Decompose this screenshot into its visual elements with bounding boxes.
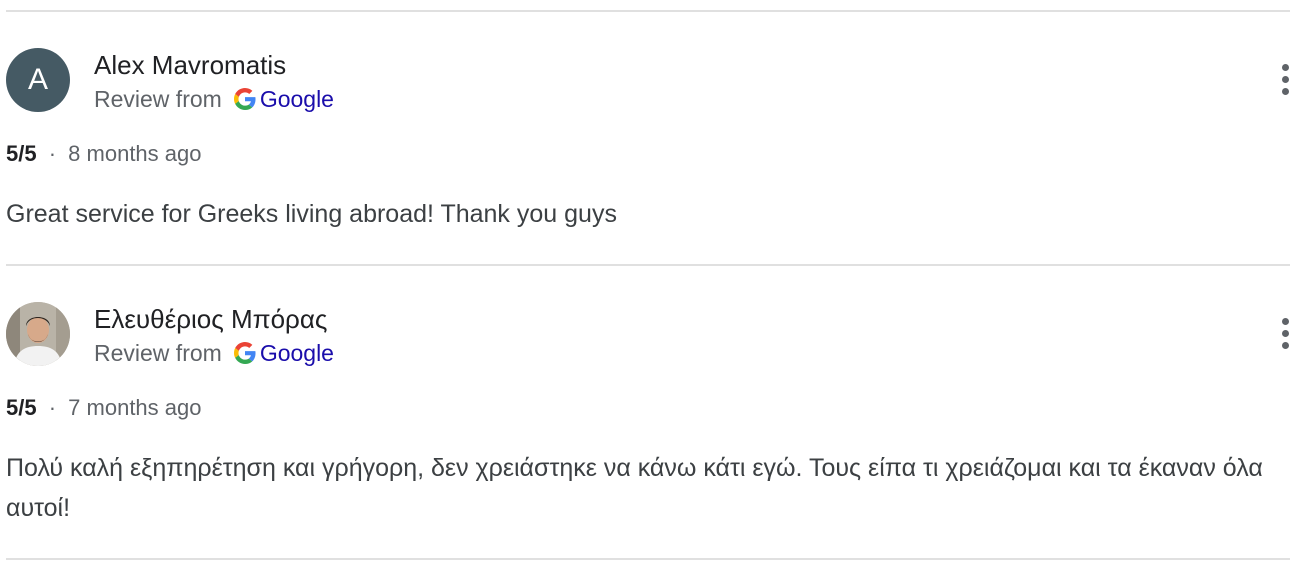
review-text: Πολύ καλή εξηπηρέτηση και γρήγορη, δεν χ… <box>6 454 1263 522</box>
more-vert-icon-dot <box>1282 88 1289 95</box>
rating-line: 5/5 · 8 months ago <box>6 140 201 168</box>
review-time: 8 months ago <box>68 141 202 166</box>
rating-separator: · <box>48 141 57 166</box>
reviewer-name[interactable]: Alex Mavromatis <box>94 48 286 82</box>
more-vert-icon-dot <box>1282 342 1289 349</box>
google-g-icon <box>233 342 256 364</box>
more-options-button[interactable] <box>1274 62 1290 98</box>
more-vert-icon-dot <box>1282 330 1289 337</box>
review-time: 7 months ago <box>68 395 202 420</box>
avatar[interactable] <box>6 302 70 366</box>
review-source: Review from Google <box>94 84 334 114</box>
more-vert-icon-dot <box>1282 76 1289 83</box>
review-source: Review from Google <box>94 338 334 368</box>
divider-top <box>6 10 1290 12</box>
rating-line: 5/5 · 7 months ago <box>6 394 201 422</box>
reviewer-name[interactable]: Ελευθέριος Μπόρας <box>94 302 327 336</box>
rating-score: 5/5 <box>6 395 37 420</box>
google-source-link[interactable]: Google <box>260 338 334 368</box>
rating-score: 5/5 <box>6 141 37 166</box>
divider-middle <box>6 264 1290 266</box>
review-text: Great service for Greeks living abroad! … <box>6 200 617 228</box>
avatar[interactable]: A <box>6 48 70 112</box>
google-g-icon <box>233 88 256 110</box>
more-vert-icon <box>1282 318 1289 325</box>
divider-bottom <box>6 558 1290 560</box>
avatar-photo <box>6 302 70 366</box>
more-options-button[interactable] <box>1274 316 1290 352</box>
avatar-letter: A <box>27 63 48 96</box>
more-vert-icon <box>1282 64 1289 71</box>
google-source-link[interactable]: Google <box>260 84 334 114</box>
review-source-label: Review from <box>94 86 222 112</box>
review-source-label: Review from <box>94 340 222 366</box>
rating-separator: · <box>48 395 57 420</box>
